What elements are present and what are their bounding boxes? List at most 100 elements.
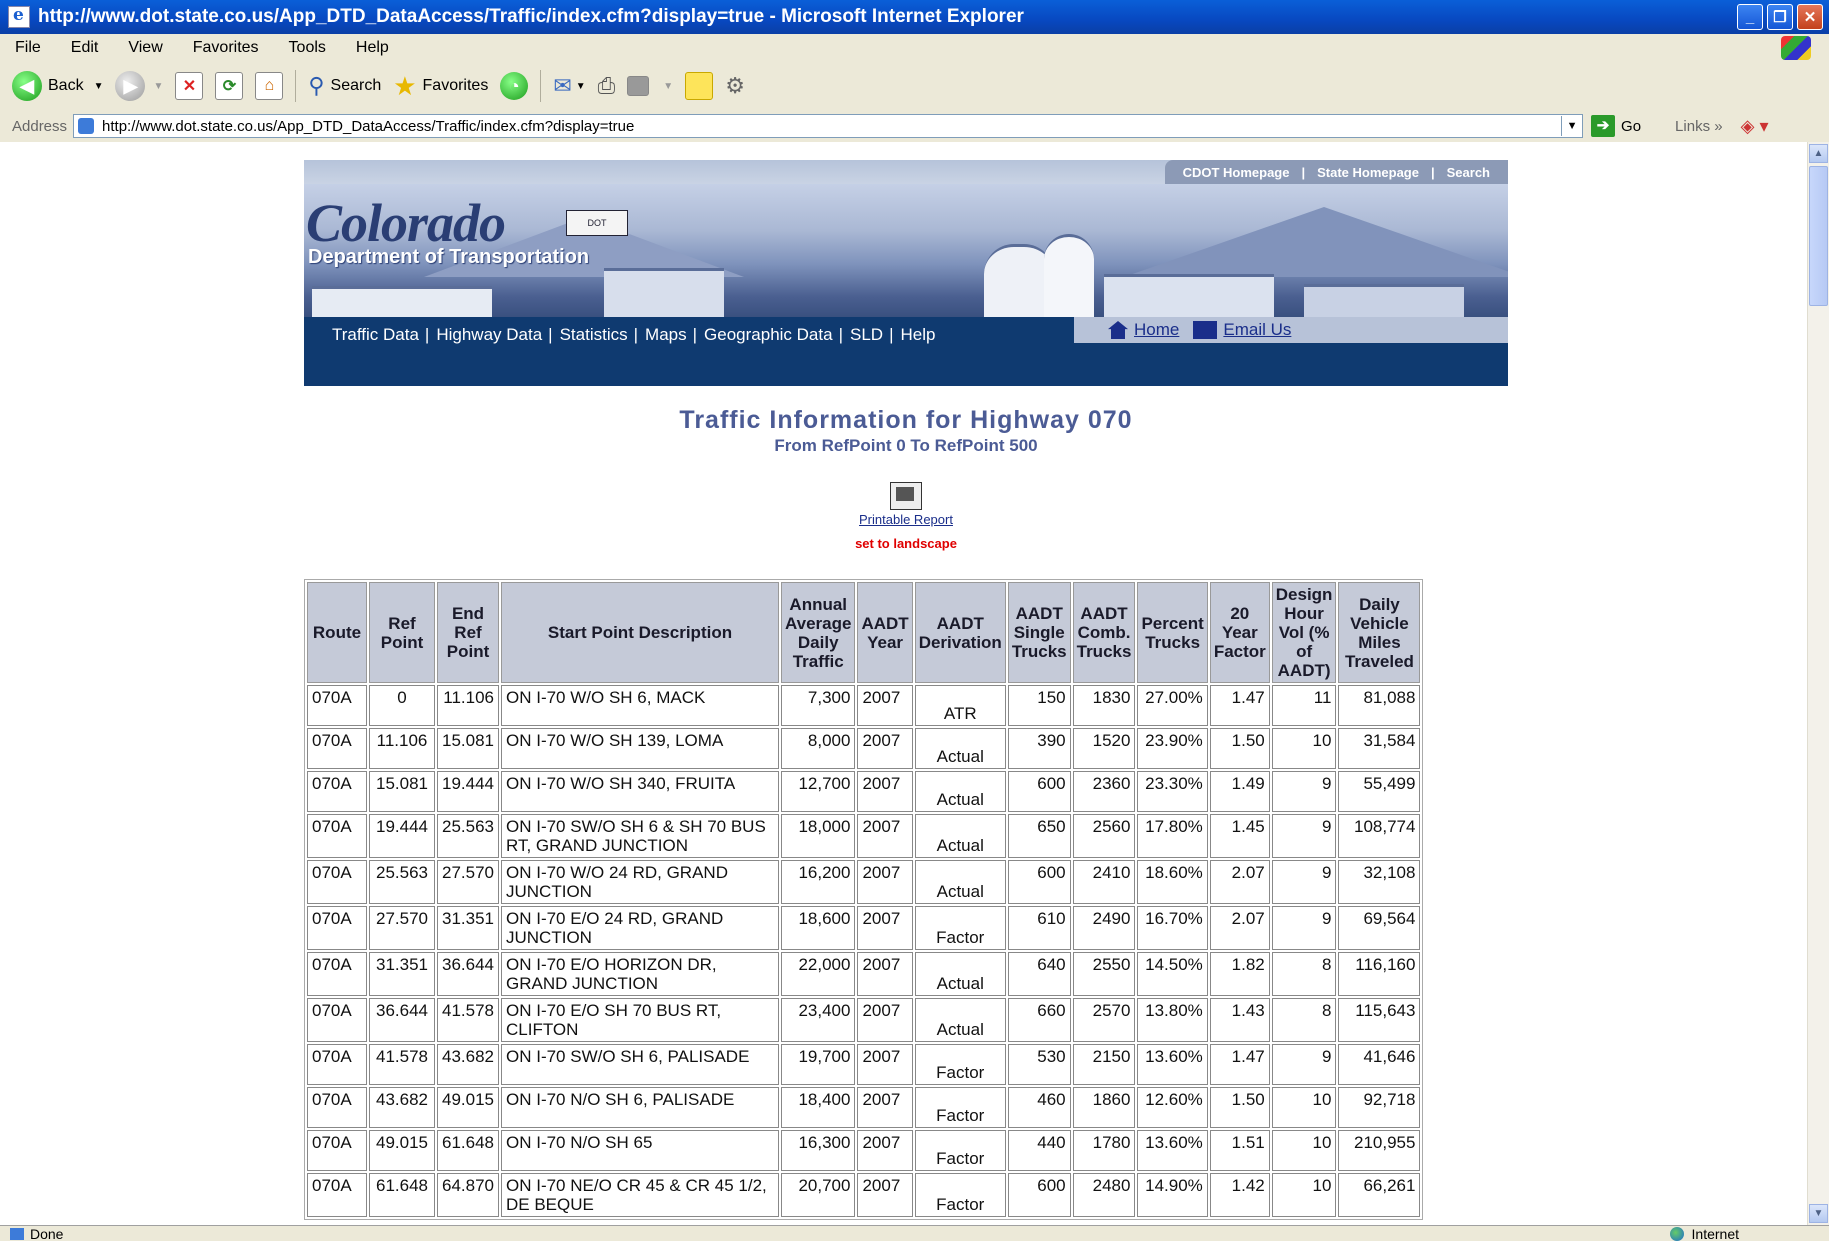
messenger-button[interactable]: ⚙	[725, 73, 745, 99]
table-cell: 81,088	[1338, 685, 1421, 726]
scroll-up-icon[interactable]: ▲	[1809, 144, 1828, 163]
table-row: 070A 15.081 19.444 ON I-70 W/O SH 340, FRUI…	[307, 771, 1421, 812]
nav-help[interactable]: Help	[901, 325, 936, 345]
history-button[interactable]: ◔	[500, 72, 529, 100]
menu-edit[interactable]: Edit	[56, 39, 114, 57]
window-title-bar: http://www.dot.state.co.us/App_DTD_DataA…	[0, 0, 1829, 34]
table-cell: 23.30%	[1137, 771, 1208, 812]
cdot-banner: CDOT Homepage | State Homepage | Search …	[304, 160, 1508, 386]
scroll-thumb[interactable]	[1809, 166, 1828, 306]
col-comb-trucks: AADT Comb. Trucks	[1072, 582, 1136, 683]
print-button[interactable]: ⎙	[598, 73, 616, 99]
colorado-logo[interactable]: Colorado	[306, 192, 506, 254]
mail-button[interactable]: ✉ ▼	[553, 73, 585, 99]
table-cell: 2007	[857, 998, 913, 1042]
table-cell: Factor	[914, 906, 1006, 950]
edit-button[interactable]: ▼	[627, 76, 673, 96]
state-homepage-link[interactable]: State Homepage	[1311, 165, 1425, 180]
toolbar-separator	[540, 70, 542, 102]
nav-traffic-data[interactable]: Traffic Data	[332, 325, 419, 345]
table-cell: 070A	[307, 1044, 367, 1085]
table-cell: 1.45	[1209, 814, 1270, 858]
scroll-down-icon[interactable]: ▼	[1809, 1204, 1828, 1223]
minimize-button[interactable]: _	[1737, 4, 1763, 30]
mail-dropdown-icon[interactable]: ▼	[576, 81, 586, 92]
stop-button[interactable]: ✕	[175, 72, 204, 100]
menu-view[interactable]: View	[113, 39, 177, 57]
table-cell: 11.106	[369, 728, 435, 769]
table-cell: 460	[1007, 1087, 1071, 1128]
table-cell: 10	[1271, 728, 1337, 769]
links-button[interactable]: Links »	[1675, 118, 1723, 135]
table-cell: 49.015	[437, 1087, 499, 1128]
table-cell: 610	[1007, 906, 1071, 950]
table-cell: Factor	[914, 1044, 1006, 1085]
top-links: CDOT Homepage | State Homepage | Search	[1164, 160, 1508, 184]
table-cell: 27.570	[437, 860, 499, 904]
back-arrow-icon: ◀	[12, 71, 42, 101]
table-cell: Factor	[914, 1173, 1006, 1217]
table-cell: 0	[369, 685, 435, 726]
silo-shape	[1044, 234, 1094, 317]
table-cell: 530	[1007, 1044, 1071, 1085]
table-cell: 2007	[857, 860, 913, 904]
table-row: 070A 19.444 25.563 ON I-70 SW/O SH 6 & SH 7…	[307, 814, 1421, 858]
back-dropdown-icon[interactable]: ▼	[94, 81, 104, 92]
table-cell: 2150	[1072, 1044, 1136, 1085]
back-button[interactable]: ◀ Back ▼	[12, 71, 103, 101]
menu-favorites[interactable]: Favorites	[178, 39, 274, 57]
printable-report-link[interactable]: Printable Report	[304, 512, 1508, 527]
nav-highway-data[interactable]: Highway Data	[436, 325, 542, 345]
table-cell: 27.570	[369, 906, 435, 950]
home-link[interactable]: Home	[1134, 320, 1179, 340]
col-end-ref-point: End Ref Point	[437, 582, 499, 683]
table-cell: Actual	[914, 814, 1006, 858]
table-cell: 2007	[857, 1130, 913, 1171]
menu-tools[interactable]: Tools	[274, 39, 341, 57]
table-cell: 1.49	[1209, 771, 1270, 812]
discuss-button[interactable]	[685, 72, 714, 100]
table-cell: 55,499	[1338, 771, 1421, 812]
nav-maps[interactable]: Maps	[645, 325, 687, 345]
table-cell: 1.43	[1209, 998, 1270, 1042]
nav-geographic-data[interactable]: Geographic Data	[704, 325, 833, 345]
forward-dropdown-icon[interactable]: ▼	[153, 81, 163, 92]
edit-dropdown-icon[interactable]: ▼	[663, 81, 673, 92]
search-button[interactable]: ⚲ Search	[308, 73, 381, 99]
menu-file[interactable]: File	[0, 39, 56, 57]
table-cell: 25.563	[369, 860, 435, 904]
home-button[interactable]: ⌂	[255, 72, 284, 100]
search-icon: ⚲	[308, 73, 325, 98]
site-search-link[interactable]: Search	[1441, 165, 1496, 180]
forward-button[interactable]: ▶ ▼	[115, 71, 163, 101]
vertical-scrollbar[interactable]: ▲ ▼	[1807, 142, 1829, 1225]
printer-icon[interactable]	[890, 482, 922, 510]
col-start-point-description: Start Point Description	[501, 582, 779, 683]
go-button[interactable]: ➔ Go	[1591, 115, 1641, 137]
refresh-button[interactable]: ⟳	[215, 72, 244, 100]
table-cell: 15.081	[437, 728, 499, 769]
table-cell: 22,000	[781, 952, 856, 996]
col-single-trucks: AADT Single Trucks	[1007, 582, 1071, 683]
toolbar-extension-icon[interactable]: ◈ ▾	[1741, 116, 1769, 137]
table-cell: 9	[1271, 771, 1337, 812]
address-dropdown-icon[interactable]: ▼	[1561, 116, 1582, 136]
toolbar: ◀ Back ▼ ▶ ▼ ✕ ⟳ ⌂ ⚲ Search ★ Favorites …	[0, 62, 1829, 111]
close-button[interactable]: ✕	[1797, 4, 1823, 30]
table-cell: 650	[1007, 814, 1071, 858]
cdot-homepage-link[interactable]: CDOT Homepage	[1177, 165, 1296, 180]
table-cell: 070A	[307, 998, 367, 1042]
table-cell: 31.351	[369, 952, 435, 996]
nav-sld[interactable]: SLD	[850, 325, 883, 345]
table-cell: 2560	[1072, 814, 1136, 858]
table-cell: 66,261	[1338, 1173, 1421, 1217]
nav-statistics[interactable]: Statistics	[560, 325, 628, 345]
favorites-button[interactable]: ★ Favorites	[393, 71, 488, 102]
go-arrow-icon: ➔	[1591, 115, 1616, 137]
address-input[interactable]: http://www.dot.state.co.us/App_DTD_DataA…	[73, 114, 1584, 138]
table-cell: 10	[1271, 1087, 1337, 1128]
restore-button[interactable]: ❐	[1767, 4, 1793, 30]
email-us-link[interactable]: Email Us	[1223, 320, 1291, 340]
menu-help[interactable]: Help	[341, 39, 404, 57]
table-cell: 19,700	[781, 1044, 856, 1085]
